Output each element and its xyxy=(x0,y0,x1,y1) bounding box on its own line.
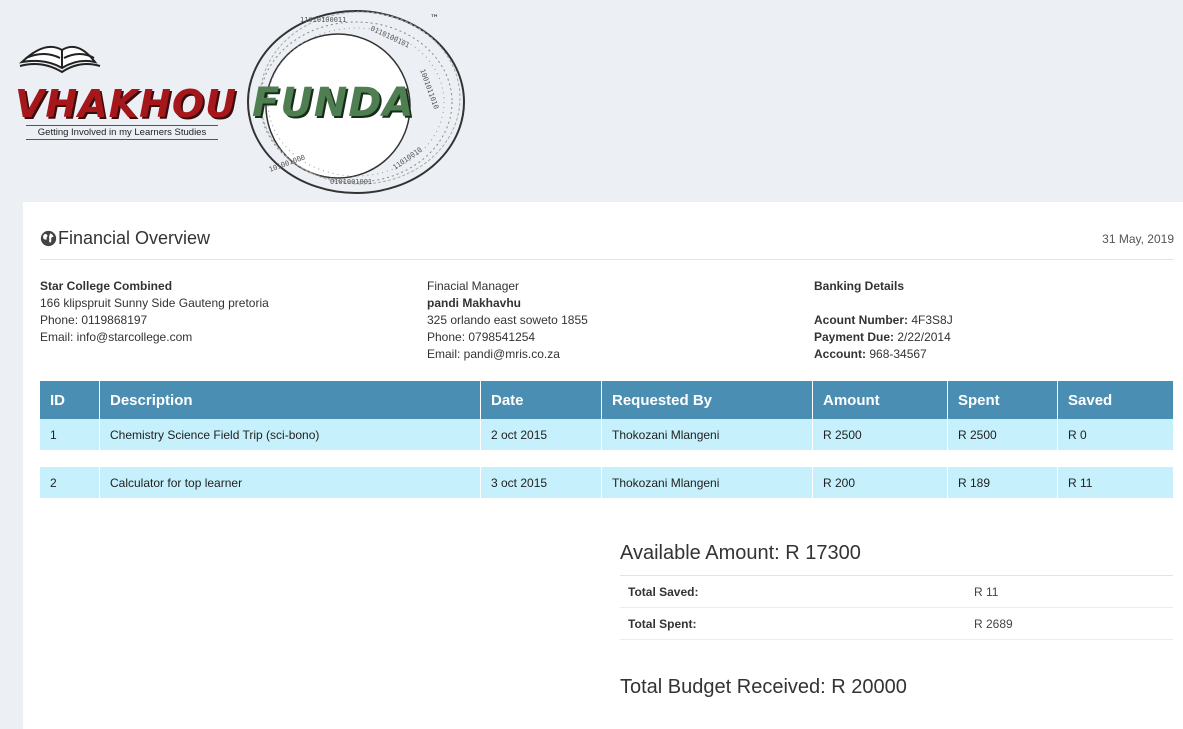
column-header-saved: Saved xyxy=(1068,391,1113,409)
cell-amount: R 200 xyxy=(813,467,948,498)
account-label: Account: xyxy=(814,347,866,361)
banking-info: Banking Details Acount Number: 4F3S8J Pa… xyxy=(814,278,953,363)
cell-amount: R 2500 xyxy=(813,419,948,450)
total-spent-row: Total Spent: R 2689 xyxy=(620,608,1173,640)
column-header-spent: Spent xyxy=(948,381,1058,419)
cell-requested-by: Thokozani Mlangeni xyxy=(602,467,813,498)
book-icon xyxy=(18,46,101,74)
column-header-description: Description xyxy=(100,381,481,419)
svg-text:11010010: 11010010 xyxy=(392,146,424,172)
page-title-text: Financial Overview xyxy=(58,228,211,248)
total-saved-row: Total Saved: R 11 xyxy=(620,576,1173,608)
payment-due-line: Payment Due: 2/22/2014 xyxy=(814,329,953,346)
logo-left-wordmark: VHAKHOU xyxy=(15,82,238,126)
account-number-value: 4F3S8J xyxy=(911,313,953,327)
column-header-id: ID xyxy=(40,381,100,419)
account-number-line: Acount Number: 4F3S8J xyxy=(814,312,953,329)
account-line: Account: 968-34567 xyxy=(814,346,953,363)
row-spacer xyxy=(40,450,1173,467)
manager-info: Finacial Manager pandi Makhavhu 325 orla… xyxy=(427,278,588,363)
logo: 11010100011 0110100101 1001011010 101001… xyxy=(0,0,480,200)
cell-date: 3 oct 2015 xyxy=(481,467,602,498)
trademark-symbol: ™ xyxy=(430,14,439,24)
table-row: 1 Chemistry Science Field Trip (sci-bono… xyxy=(40,419,1173,450)
table-row: 2 Calculator for top learner 3 oct 2015 … xyxy=(40,467,1173,498)
cell-description: Calculator for top learner xyxy=(100,467,481,498)
manager-address: 325 orlando east soweto 1855 xyxy=(427,313,588,327)
account-value: 968-34567 xyxy=(869,347,927,361)
financial-panel: Financial Overview 31 May, 2019 Star Col… xyxy=(23,202,1183,729)
banking-title: Banking Details xyxy=(814,279,905,293)
school-name: Star College Combined xyxy=(40,279,173,293)
manager-email: Email: pandi@mris.co.za xyxy=(427,347,560,361)
payment-due-value: 2/22/2014 xyxy=(897,330,951,344)
financial-summary: Available Amount: R 17300 Total Saved: R… xyxy=(620,542,1173,699)
page-title: Financial Overview xyxy=(40,228,210,249)
cell-saved: R 0 xyxy=(1068,427,1087,442)
cell-spent: R 2500 xyxy=(948,419,1058,450)
total-saved-value: R 11 xyxy=(974,584,999,599)
column-header-requested-by: Requested By xyxy=(602,381,813,419)
requests-table: ID Description Date Requested By Amount … xyxy=(40,381,1173,498)
payment-due-label: Payment Due: xyxy=(814,330,895,344)
school-info: Star College Combined 166 klipspruit Sun… xyxy=(40,278,269,346)
globe-icon xyxy=(40,230,57,247)
manager-name: pandi Makhavhu xyxy=(427,296,522,310)
cell-date: 2 oct 2015 xyxy=(481,419,602,450)
manager-role: Finacial Manager xyxy=(427,279,520,293)
cell-id: 2 xyxy=(40,467,100,498)
column-header-amount: Amount xyxy=(813,381,948,419)
cell-description: Chemistry Science Field Trip (sci-bono) xyxy=(100,419,481,450)
cell-requested-by: Thokozani Mlangeni xyxy=(602,419,813,450)
total-spent-label: Total Spent: xyxy=(628,616,697,631)
report-date: 31 May, 2019 xyxy=(1102,232,1174,246)
svg-text:11010100011: 11010100011 xyxy=(300,16,346,24)
cell-id: 1 xyxy=(40,419,100,450)
logo-right-wordmark: FUNDA xyxy=(252,80,415,126)
available-amount: Available Amount: R 17300 xyxy=(620,542,1173,576)
school-address: 166 klipspruit Sunny Side Gauteng pretor… xyxy=(40,296,269,310)
svg-text:0101001001: 0101001001 xyxy=(330,178,372,186)
svg-text:1001011010: 1001011010 xyxy=(418,68,440,110)
school-email: Email: info@starcollege.com xyxy=(40,330,193,344)
total-budget-received: Total Budget Received: R 20000 xyxy=(620,676,907,698)
column-header-date: Date xyxy=(481,381,602,419)
cell-saved: R 11 xyxy=(1068,475,1093,490)
total-spent-value: R 2689 xyxy=(974,616,1013,631)
account-number-label: Acount Number: xyxy=(814,313,908,327)
school-phone: Phone: 0119868197 xyxy=(40,313,148,327)
table-header-row: ID Description Date Requested By Amount … xyxy=(40,381,1173,419)
panel-header: Financial Overview 31 May, 2019 xyxy=(40,226,1174,260)
total-saved-label: Total Saved: xyxy=(628,584,699,599)
logo-tagline: Getting Involved in my Learners Studies xyxy=(26,125,218,140)
manager-phone: Phone: 0798541254 xyxy=(427,330,536,344)
cell-spent: R 189 xyxy=(948,467,1058,498)
